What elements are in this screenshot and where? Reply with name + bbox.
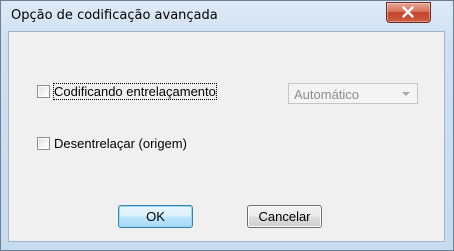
interlace-encoding-checkbox[interactable] xyxy=(37,85,50,98)
ok-button[interactable]: OK xyxy=(118,205,193,228)
dialog-content: Codificando entrelaçamento Automático De… xyxy=(8,31,445,242)
interlace-encoding-option[interactable]: Codificando entrelaçamento xyxy=(37,83,267,100)
deinterlace-label[interactable]: Desentrelaçar (origem) xyxy=(54,136,187,151)
cancel-button[interactable]: Cancelar xyxy=(247,205,322,228)
close-icon xyxy=(402,6,414,18)
interlace-mode-value: Automático xyxy=(294,87,360,102)
dialog-window: Opção de codificação avançada Codificand… xyxy=(0,0,454,251)
interlace-mode-select[interactable]: Automático xyxy=(288,83,418,104)
interlace-encoding-label[interactable]: Codificando entrelaçamento xyxy=(53,83,217,100)
deinterlace-checkbox[interactable] xyxy=(37,137,50,150)
deinterlace-option[interactable]: Desentrelaçar (origem) xyxy=(37,136,217,152)
close-button[interactable] xyxy=(386,2,431,23)
title-bar[interactable]: Opção de codificação avançada xyxy=(1,1,453,31)
window-title: Opção de codificação avançada xyxy=(11,8,218,23)
chevron-down-icon xyxy=(402,92,410,96)
